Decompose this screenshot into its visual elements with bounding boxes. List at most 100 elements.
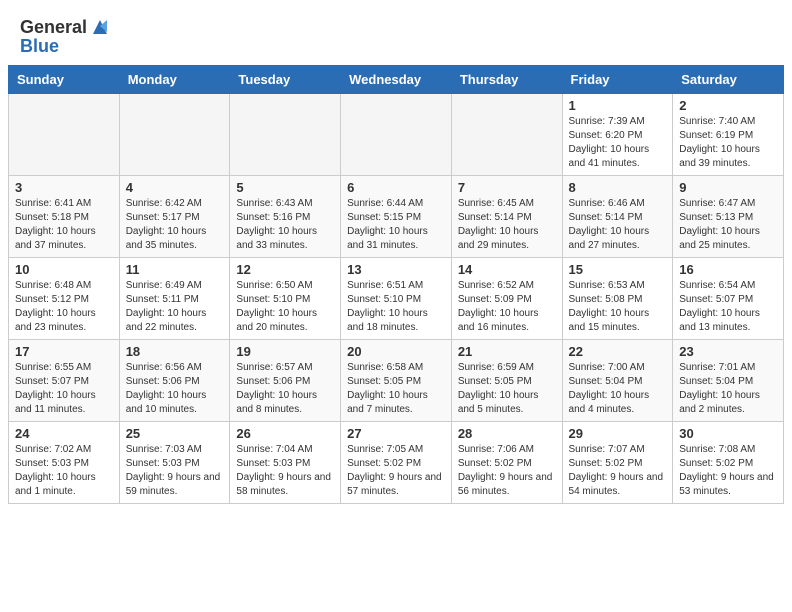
day-number: 12	[236, 262, 334, 277]
day-info: Sunrise: 6:50 AM Sunset: 5:10 PM Dayligh…	[236, 279, 334, 335]
day-info: Sunrise: 6:51 AM Sunset: 5:10 PM Dayligh…	[347, 279, 445, 335]
calendar-cell: 22 Sunrise: 7:00 AM Sunset: 5:04 PM Dayli…	[562, 340, 673, 422]
day-info: Sunrise: 6:42 AM Sunset: 5:17 PM Dayligh…	[126, 197, 224, 253]
day-info: Sunrise: 7:03 AM Sunset: 5:03 PM Dayligh…	[126, 443, 224, 499]
calendar-cell: 4 Sunrise: 6:42 AM Sunset: 5:17 PM Daylig…	[119, 176, 230, 258]
day-info: Sunrise: 6:56 AM Sunset: 5:06 PM Dayligh…	[126, 361, 224, 417]
calendar-cell: 8Sunrise: 6:46 AM Sunset: 5:14 PM Daylig…	[562, 176, 673, 258]
day-number: 14	[458, 262, 556, 277]
column-header-sunday: Sunday	[9, 66, 120, 94]
calendar-cell: 24Sunrise: 7:02 AM Sunset: 5:03 PM Dayli…	[9, 422, 120, 504]
calendar-cell: 14 Sunrise: 6:52 AM Sunset: 5:09 PM Dayli…	[451, 258, 562, 340]
day-number: 6	[347, 180, 445, 195]
calendar-table: SundayMondayTuesdayWednesdayThursdayFrid…	[8, 65, 784, 504]
day-number: 16	[679, 262, 777, 277]
calendar-week-row: 24Sunrise: 7:02 AM Sunset: 5:03 PM Dayli…	[9, 422, 784, 504]
day-info: Sunrise: 6:43 AM Sunset: 5:16 PM Dayligh…	[236, 197, 334, 253]
day-number: 5	[236, 180, 334, 195]
logo-general: General	[20, 17, 87, 37]
column-header-tuesday: Tuesday	[230, 66, 341, 94]
column-header-friday: Friday	[562, 66, 673, 94]
day-info: Sunrise: 6:44 AM Sunset: 5:15 PM Dayligh…	[347, 197, 445, 253]
calendar-cell: 30 Sunrise: 7:08 AM Sunset: 5:02 PM Dayli…	[673, 422, 784, 504]
calendar-cell: 25 Sunrise: 7:03 AM Sunset: 5:03 PM Dayli…	[119, 422, 230, 504]
day-number: 17	[15, 344, 113, 359]
calendar-cell	[9, 94, 120, 176]
day-info: Sunrise: 7:00 AM Sunset: 5:04 PM Dayligh…	[569, 361, 667, 417]
calendar-cell: 29 Sunrise: 7:07 AM Sunset: 5:02 PM Dayli…	[562, 422, 673, 504]
day-number: 7	[458, 180, 556, 195]
day-info: Sunrise: 7:08 AM Sunset: 5:02 PM Dayligh…	[679, 443, 777, 499]
calendar-cell: 3 Sunrise: 6:41 AM Sunset: 5:18 PM Daylig…	[9, 176, 120, 258]
day-number: 3	[15, 180, 113, 195]
day-number: 24	[15, 426, 113, 441]
calendar-cell: 17 Sunrise: 6:55 AM Sunset: 5:07 PM Dayli…	[9, 340, 120, 422]
day-number: 19	[236, 344, 334, 359]
logo: General Blue	[20, 16, 111, 57]
day-info: Sunrise: 6:58 AM Sunset: 5:05 PM Dayligh…	[347, 361, 445, 417]
day-number: 13	[347, 262, 445, 277]
calendar-week-row: 1Sunrise: 7:39 AM Sunset: 6:20 PM Daylig…	[9, 94, 784, 176]
day-number: 4	[126, 180, 224, 195]
calendar-cell: 12 Sunrise: 6:50 AM Sunset: 5:10 PM Dayli…	[230, 258, 341, 340]
calendar-cell: 6 Sunrise: 6:44 AM Sunset: 5:15 PM Daylig…	[341, 176, 452, 258]
day-info: Sunrise: 7:04 AM Sunset: 5:03 PM Dayligh…	[236, 443, 334, 499]
day-number: 21	[458, 344, 556, 359]
calendar-cell: 16 Sunrise: 6:54 AM Sunset: 5:07 PM Dayli…	[673, 258, 784, 340]
day-number: 2	[679, 98, 777, 113]
calendar-cell: 7Sunrise: 6:45 AM Sunset: 5:14 PM Daylig…	[451, 176, 562, 258]
day-number: 11	[126, 262, 224, 277]
calendar-cell: 19 Sunrise: 6:57 AM Sunset: 5:06 PM Dayli…	[230, 340, 341, 422]
page-header: General Blue	[0, 0, 792, 65]
calendar-cell: 15 Sunrise: 6:53 AM Sunset: 5:08 PM Dayli…	[562, 258, 673, 340]
logo-icon	[89, 16, 111, 38]
day-info: Sunrise: 6:59 AM Sunset: 5:05 PM Dayligh…	[458, 361, 556, 417]
day-info: Sunrise: 7:40 AM Sunset: 6:19 PM Dayligh…	[679, 115, 777, 171]
calendar-header-row: SundayMondayTuesdayWednesdayThursdayFrid…	[9, 66, 784, 94]
day-number: 23	[679, 344, 777, 359]
day-number: 8	[569, 180, 667, 195]
day-info: Sunrise: 6:49 AM Sunset: 5:11 PM Dayligh…	[126, 279, 224, 335]
calendar-cell: 18 Sunrise: 6:56 AM Sunset: 5:06 PM Dayli…	[119, 340, 230, 422]
calendar-cell: 11 Sunrise: 6:49 AM Sunset: 5:11 PM Dayli…	[119, 258, 230, 340]
day-number: 9	[679, 180, 777, 195]
day-number: 30	[679, 426, 777, 441]
day-number: 26	[236, 426, 334, 441]
calendar-cell: 23 Sunrise: 7:01 AM Sunset: 5:04 PM Dayli…	[673, 340, 784, 422]
calendar-week-row: 3 Sunrise: 6:41 AM Sunset: 5:18 PM Daylig…	[9, 176, 784, 258]
column-header-saturday: Saturday	[673, 66, 784, 94]
calendar-cell: 28Sunrise: 7:06 AM Sunset: 5:02 PM Dayli…	[451, 422, 562, 504]
day-info: Sunrise: 7:07 AM Sunset: 5:02 PM Dayligh…	[569, 443, 667, 499]
calendar-cell	[451, 94, 562, 176]
day-number: 29	[569, 426, 667, 441]
calendar-cell: 20Sunrise: 6:58 AM Sunset: 5:05 PM Dayli…	[341, 340, 452, 422]
day-info: Sunrise: 6:53 AM Sunset: 5:08 PM Dayligh…	[569, 279, 667, 335]
day-info: Sunrise: 7:01 AM Sunset: 5:04 PM Dayligh…	[679, 361, 777, 417]
calendar-cell: 5 Sunrise: 6:43 AM Sunset: 5:16 PM Daylig…	[230, 176, 341, 258]
day-number: 10	[15, 262, 113, 277]
day-number: 18	[126, 344, 224, 359]
calendar-body: 1Sunrise: 7:39 AM Sunset: 6:20 PM Daylig…	[9, 94, 784, 504]
day-info: Sunrise: 6:57 AM Sunset: 5:06 PM Dayligh…	[236, 361, 334, 417]
day-info: Sunrise: 6:41 AM Sunset: 5:18 PM Dayligh…	[15, 197, 113, 253]
calendar-cell	[341, 94, 452, 176]
day-number: 28	[458, 426, 556, 441]
day-info: Sunrise: 6:55 AM Sunset: 5:07 PM Dayligh…	[15, 361, 113, 417]
day-number: 27	[347, 426, 445, 441]
day-number: 25	[126, 426, 224, 441]
calendar-cell	[230, 94, 341, 176]
day-info: Sunrise: 6:47 AM Sunset: 5:13 PM Dayligh…	[679, 197, 777, 253]
calendar-cell	[119, 94, 230, 176]
calendar-cell: 10 Sunrise: 6:48 AM Sunset: 5:12 PM Dayli…	[9, 258, 120, 340]
day-info: Sunrise: 6:48 AM Sunset: 5:12 PM Dayligh…	[15, 279, 113, 335]
column-header-wednesday: Wednesday	[341, 66, 452, 94]
day-info: Sunrise: 7:05 AM Sunset: 5:02 PM Dayligh…	[347, 443, 445, 499]
day-number: 22	[569, 344, 667, 359]
day-info: Sunrise: 6:52 AM Sunset: 5:09 PM Dayligh…	[458, 279, 556, 335]
day-info: Sunrise: 6:54 AM Sunset: 5:07 PM Dayligh…	[679, 279, 777, 335]
calendar-cell: 21 Sunrise: 6:59 AM Sunset: 5:05 PM Dayli…	[451, 340, 562, 422]
day-number: 15	[569, 262, 667, 277]
day-info: Sunrise: 7:39 AM Sunset: 6:20 PM Dayligh…	[569, 115, 667, 171]
calendar-cell: 2 Sunrise: 7:40 AM Sunset: 6:19 PM Daylig…	[673, 94, 784, 176]
calendar-week-row: 10 Sunrise: 6:48 AM Sunset: 5:12 PM Dayli…	[9, 258, 784, 340]
